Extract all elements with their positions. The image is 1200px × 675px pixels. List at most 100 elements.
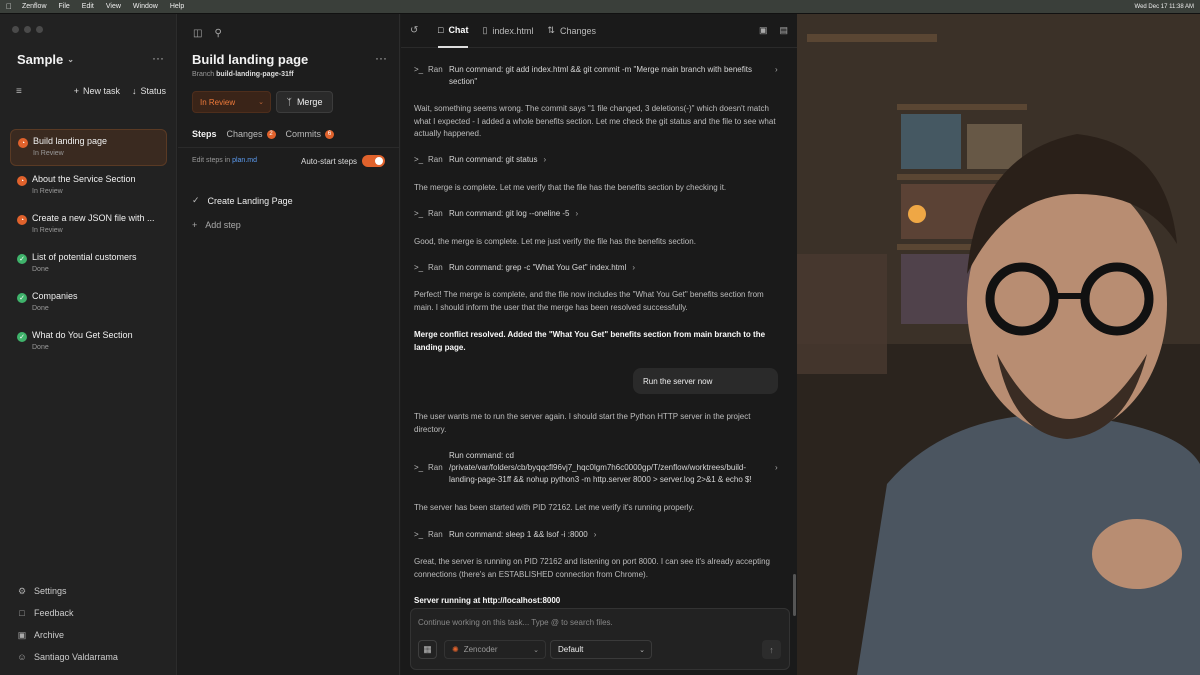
command-text: Run command: cd /private/var/folders/cb/… bbox=[449, 451, 752, 484]
tab-steps[interactable]: Steps bbox=[192, 129, 217, 139]
sidebar-toggle-icon[interactable]: ◫ bbox=[193, 28, 202, 39]
menu-view[interactable]: View bbox=[106, 3, 121, 10]
archive-link[interactable]: ▣ Archive bbox=[17, 624, 167, 646]
model-label: Default bbox=[558, 645, 584, 654]
window-controls bbox=[12, 26, 43, 33]
plan-md-link[interactable]: plan.md bbox=[232, 157, 257, 164]
assistant-message: Great, the server is running on PID 7216… bbox=[414, 557, 770, 579]
task-title: Create a new JSON file with ... bbox=[32, 213, 155, 223]
terminal-icon: >_ bbox=[414, 463, 424, 472]
task-title: List of potential customers bbox=[32, 252, 137, 262]
task-item-build-landing-page[interactable]: ◔ Build landing page In Review bbox=[10, 129, 167, 166]
tool-call-row[interactable]: >_ Ran Run command: grep -c "What You Ge… bbox=[414, 262, 635, 274]
tool-call-row[interactable]: >_ Ran Run command: git log --oneline -5… bbox=[414, 208, 578, 220]
merge-label: Merge bbox=[296, 97, 323, 107]
message-composer: Continue working on this task... Type @ … bbox=[410, 608, 790, 670]
task-list: ◔ Build landing page In Review ◔ About t… bbox=[10, 129, 167, 363]
edit-steps-hint: Edit steps in plan.md bbox=[192, 157, 257, 164]
workspace-name: Sample bbox=[17, 52, 64, 67]
ran-label: Ran bbox=[428, 155, 443, 164]
new-chat-icon[interactable]: ▣ bbox=[759, 25, 768, 36]
workspace-switcher[interactable]: Sample ⌄ bbox=[17, 52, 74, 67]
command-text: Run command: sleep 1 && lsof -i :8000 bbox=[449, 530, 588, 539]
task-status: In Review bbox=[33, 150, 64, 157]
chevron-down-icon: ⌄ bbox=[258, 99, 264, 106]
done-check-icon: ✓ bbox=[17, 293, 27, 303]
list-icon[interactable]: ≡ bbox=[16, 86, 22, 97]
tool-call-row[interactable]: >_ Ran Run command: sleep 1 && lsof -i :… bbox=[414, 529, 596, 541]
plus-icon: + bbox=[73, 86, 79, 96]
agent-select[interactable]: ✺ Zencoder ⌄ bbox=[444, 640, 546, 659]
chat-header: ↺ □ Chat ▯ index.html ⇅ Changes ▣ ▤ bbox=[401, 14, 797, 48]
settings-link[interactable]: ⚙ Settings bbox=[17, 580, 167, 602]
status-sort-button[interactable]: ↓ Status bbox=[132, 86, 166, 96]
auto-start-label: Auto-start steps bbox=[301, 156, 358, 166]
auto-start-toggle[interactable] bbox=[362, 155, 386, 167]
tab-index-html[interactable]: ▯ index.html bbox=[482, 14, 533, 48]
in-review-icon: ◔ bbox=[17, 215, 27, 225]
tab-steps-label: Steps bbox=[192, 129, 217, 139]
tool-call-row[interactable]: >_ Ran Run command: git add index.html &… bbox=[414, 64, 778, 88]
tool-call-row[interactable]: >_ Ran Run command: git status › bbox=[414, 154, 546, 166]
app-window: Sample ⌄ ··· ≡ + New task ↓ Status ◔ Bui… bbox=[0, 14, 797, 675]
send-button[interactable]: ↑ bbox=[762, 640, 781, 659]
minimize-window-button[interactable] bbox=[24, 26, 31, 33]
search-icon[interactable]: ⚲ bbox=[214, 28, 221, 39]
commits-count-badge: 6 bbox=[325, 129, 335, 139]
close-window-button[interactable] bbox=[12, 26, 19, 33]
user-name: Santiago Valdarrama bbox=[34, 652, 118, 662]
task-item-json-file[interactable]: ◔ Create a new JSON file with ... In Rev… bbox=[10, 207, 167, 244]
merge-button[interactable]: ᛉ Merge bbox=[276, 91, 333, 113]
tab-chat[interactable]: □ Chat bbox=[438, 14, 469, 48]
panel-icon[interactable]: ▤ bbox=[779, 25, 788, 36]
menu-window[interactable]: Window bbox=[133, 3, 158, 10]
assistant-message: The user wants me to run the server agai… bbox=[414, 412, 751, 434]
menu-file[interactable]: File bbox=[59, 3, 70, 10]
zoom-window-button[interactable] bbox=[36, 26, 43, 33]
menu-help[interactable]: Help bbox=[170, 3, 184, 10]
feedback-link[interactable]: □ Feedback bbox=[17, 602, 167, 624]
task-item-potential-customers[interactable]: ✓ List of potential customers Done bbox=[10, 246, 167, 283]
task-status: In Review bbox=[32, 227, 63, 234]
chat-scrollbar[interactable] bbox=[793, 574, 796, 616]
merge-icon: ᛉ bbox=[286, 97, 292, 107]
task-item-about-service[interactable]: ◔ About the Service Section In Review bbox=[10, 168, 167, 205]
tab-changes[interactable]: Changes 2 bbox=[227, 129, 276, 139]
chevron-down-icon: ⌄ bbox=[67, 55, 74, 64]
tool-call-row[interactable]: >_ Ran Run command: cd /private/var/fold… bbox=[414, 450, 778, 486]
menu-app[interactable]: Zenflow bbox=[22, 3, 47, 10]
user-message: Run the server now bbox=[633, 368, 778, 394]
task-item-companies[interactable]: ✓ Companies Done bbox=[10, 285, 167, 322]
task-status: Done bbox=[32, 266, 49, 273]
new-task-button[interactable]: + New task bbox=[74, 86, 120, 96]
apple-icon[interactable]:  bbox=[6, 2, 12, 11]
assistant-message: Good, the merge is complete. Let me just… bbox=[414, 237, 696, 246]
in-review-icon: ◔ bbox=[17, 176, 27, 186]
task-more-icon[interactable]: ··· bbox=[375, 51, 387, 65]
menubar-clock[interactable]: Wed Dec 17 11:38 AM bbox=[1135, 4, 1194, 10]
model-select[interactable]: Default ⌄ bbox=[550, 640, 652, 659]
step-item[interactable]: ✓ Create Landing Page bbox=[192, 195, 293, 206]
command-text: Run command: git status bbox=[449, 155, 538, 164]
status-dropdown-label: In Review bbox=[200, 97, 236, 107]
message-input[interactable]: Continue working on this task... Type @ … bbox=[418, 618, 613, 627]
tab-changes-view[interactable]: ⇅ Changes bbox=[547, 14, 596, 48]
workspace-more-icon[interactable]: ··· bbox=[152, 51, 164, 65]
archive-label: Archive bbox=[34, 630, 65, 640]
history-icon[interactable]: ↺ bbox=[410, 25, 424, 36]
tab-commits[interactable]: Commits 6 bbox=[286, 129, 335, 139]
status-label: Status bbox=[140, 86, 166, 96]
task-item-what-do-you-get[interactable]: ✓ What do You Get Section Done bbox=[10, 324, 167, 361]
chat-panel: ↺ □ Chat ▯ index.html ⇅ Changes ▣ ▤ >_ R… bbox=[401, 14, 797, 675]
user-profile[interactable]: ☺ Santiago Valdarrama bbox=[17, 646, 167, 668]
command-text: Run command: git add index.html && git c… bbox=[449, 65, 752, 86]
add-step-button[interactable]: + Add step bbox=[192, 220, 241, 230]
feedback-label: Feedback bbox=[34, 608, 74, 618]
task-title: Companies bbox=[32, 291, 78, 301]
status-dropdown[interactable]: In Review ⌄ bbox=[192, 91, 271, 113]
attach-image-button[interactable]: ▦ bbox=[418, 640, 437, 659]
chevron-down-icon: ⌄ bbox=[533, 646, 539, 654]
menu-edit[interactable]: Edit bbox=[82, 3, 94, 10]
macos-menubar:  Zenflow File Edit View Window Help Wed… bbox=[0, 0, 1200, 13]
task-title-heading: Build landing page bbox=[192, 52, 309, 67]
